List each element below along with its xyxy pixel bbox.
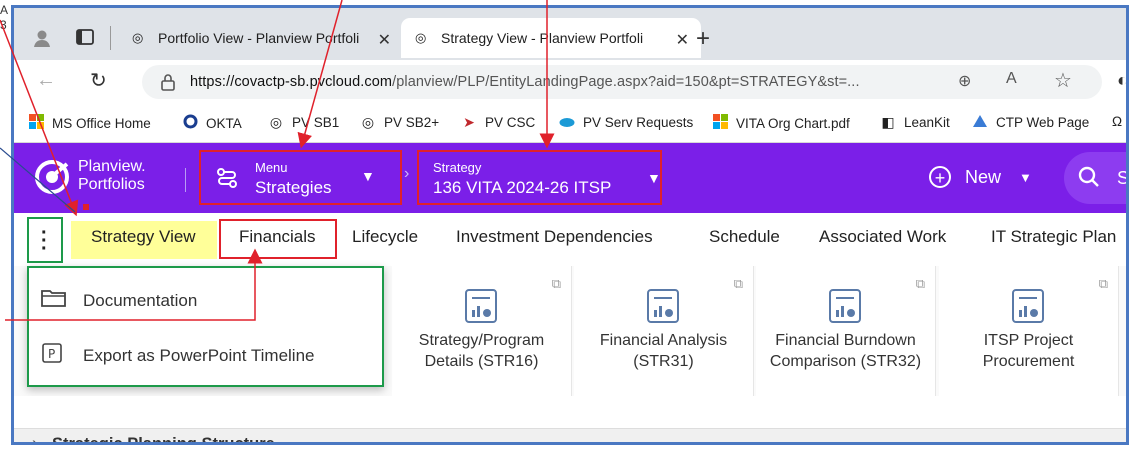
arrow-to-menu xyxy=(297,0,343,149)
arrow-to-financials xyxy=(5,248,263,321)
annotation-arrows xyxy=(0,0,555,321)
arrow-blue-line xyxy=(0,147,76,213)
arrow-to-strategy-view xyxy=(0,19,79,217)
